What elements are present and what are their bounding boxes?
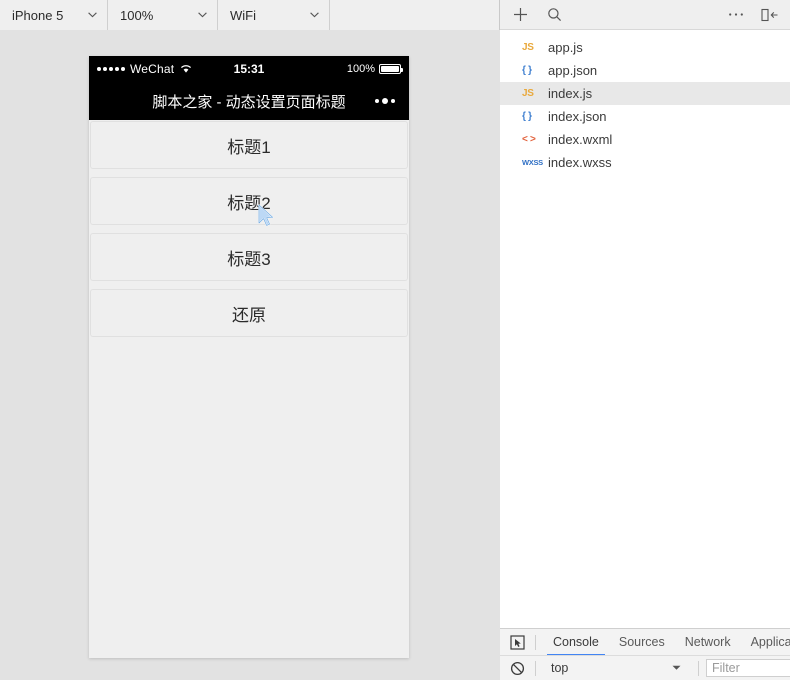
restore-title-button[interactable]: 还原 <box>90 289 408 337</box>
network-select-label: WiFi <box>230 7 256 23</box>
carrier-label: WeChat <box>130 62 175 76</box>
device-select-label: iPhone 5 <box>12 7 64 23</box>
signal-dots-icon <box>97 67 125 71</box>
file-name: index.wxss <box>548 155 612 170</box>
simulator-toolbar: iPhone 5 100% WiFi <box>0 0 499 30</box>
toolbar-divider <box>535 634 536 650</box>
file-item-app-json[interactable]: { } app.json <box>500 59 790 82</box>
wechat-devtools-window: iPhone 5 100% WiFi WeChat 15:31 100% 脚本之… <box>0 0 790 680</box>
zoom-select[interactable]: 100% <box>108 0 218 30</box>
clear-console-icon[interactable] <box>506 658 528 678</box>
file-name: app.json <box>548 63 598 78</box>
toolbar-divider <box>698 660 699 676</box>
tab-network[interactable]: Network <box>675 629 741 655</box>
network-select[interactable]: WiFi <box>218 0 330 30</box>
json-file-icon: { } <box>522 65 532 76</box>
simulator-canvas: WeChat 15:31 100% 脚本之家 - 动态设置页面标题 标题1 标题… <box>0 30 500 680</box>
button-label: 还原 <box>232 305 266 325</box>
phone-device-frame: WeChat 15:31 100% 脚本之家 - 动态设置页面标题 标题1 标题… <box>89 56 409 658</box>
search-icon[interactable] <box>544 5 564 25</box>
wifi-icon <box>181 65 192 73</box>
plus-icon[interactable] <box>510 5 530 25</box>
js-file-icon: JS <box>522 88 534 99</box>
set-title-button-1[interactable]: 标题1 <box>90 121 408 169</box>
wxss-file-icon: WXSS <box>522 158 543 167</box>
file-item-index-wxss[interactable]: WXSS index.wxss <box>500 151 790 174</box>
file-name: app.js <box>548 40 583 55</box>
file-item-index-json[interactable]: { } index.json <box>500 105 790 128</box>
file-name: index.json <box>548 109 607 124</box>
console-context-select[interactable]: top <box>543 658 691 678</box>
phone-status-bar: WeChat 15:31 100% <box>89 56 409 82</box>
chevron-down-icon <box>672 665 681 670</box>
editor-toolbar <box>500 0 790 30</box>
battery-percent-label: 100% <box>346 63 375 75</box>
devtools-panel: Console Sources Network Applicatio top <box>500 628 790 680</box>
ellipsis-icon[interactable] <box>726 5 746 25</box>
wechat-capsule-menu-icon[interactable] <box>375 98 395 104</box>
json-file-icon: { } <box>522 111 532 122</box>
file-item-app-js[interactable]: JS app.js <box>500 36 790 59</box>
set-title-button-2[interactable]: 标题2 <box>90 177 408 225</box>
console-context-value: top <box>551 661 569 675</box>
tab-console[interactable]: Console <box>543 629 609 655</box>
tab-application[interactable]: Applicatio <box>741 629 790 655</box>
chevron-down-icon <box>310 12 319 18</box>
tab-sources[interactable]: Sources <box>609 629 675 655</box>
toolbar-empty-space <box>330 0 499 30</box>
phone-nav-bar: 脚本之家 - 动态设置页面标题 <box>89 82 409 120</box>
chevron-down-icon <box>88 12 97 18</box>
chevron-down-icon <box>198 12 207 18</box>
js-file-icon: JS <box>522 42 534 53</box>
page-title: 脚本之家 - 动态设置页面标题 <box>152 93 346 111</box>
editor-devtools-pane: JS app.js { } app.json JS index.js { } i… <box>500 0 790 680</box>
file-name: index.wxml <box>548 132 613 147</box>
set-title-button-3[interactable]: 标题3 <box>90 233 408 281</box>
button-label: 标题3 <box>227 249 271 269</box>
button-label: 标题1 <box>227 137 271 157</box>
device-select[interactable]: iPhone 5 <box>0 0 108 30</box>
console-filter-bar: top <box>500 656 790 680</box>
button-label: 标题2 <box>227 193 271 213</box>
file-item-index-wxml[interactable]: < > index.wxml <box>500 128 790 151</box>
battery-full-icon <box>379 64 403 74</box>
file-explorer-list: JS app.js { } app.json JS index.js { } i… <box>500 30 790 628</box>
file-item-index-js[interactable]: JS index.js <box>500 82 790 105</box>
simulator-pane: iPhone 5 100% WiFi WeChat 15:31 100% 脚本之… <box>0 0 500 680</box>
status-bar-left: WeChat <box>97 62 192 76</box>
console-filter-input[interactable] <box>706 659 790 677</box>
zoom-select-label: 100% <box>120 7 154 23</box>
dock-panel-left-icon[interactable] <box>760 5 780 25</box>
wxml-file-icon: < > <box>522 134 536 145</box>
inspect-element-icon[interactable] <box>506 632 528 652</box>
devtools-tab-bar: Console Sources Network Applicatio <box>500 629 790 656</box>
status-bar-right: 100% <box>346 63 403 75</box>
file-name: index.js <box>548 86 593 101</box>
toolbar-divider <box>535 660 536 676</box>
miniprogram-screen: 标题1 标题2 标题3 还原 <box>89 120 409 658</box>
